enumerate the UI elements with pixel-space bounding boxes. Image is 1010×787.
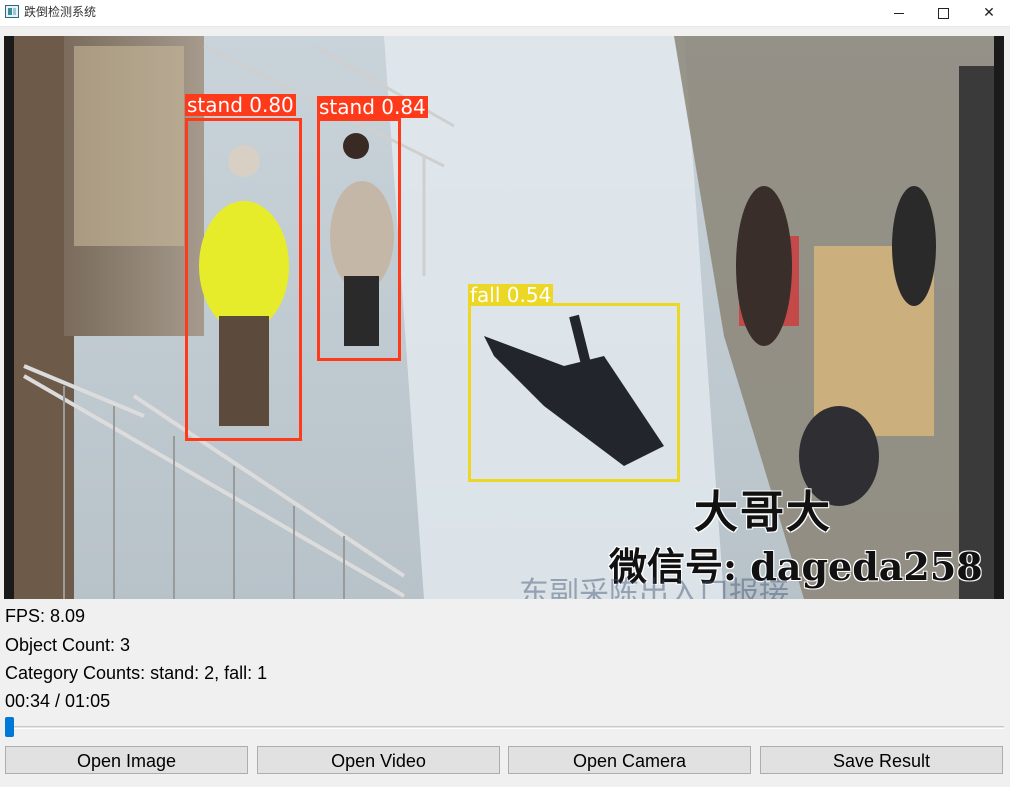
detection-label-stand-2: stand 0.84	[317, 95, 428, 119]
shopper-1	[736, 186, 792, 346]
open-image-button[interactable]: Open Image	[5, 746, 248, 774]
video-frame: stand 0.80 stand 0.84 fall 0.54 大哥大 微信号:…	[4, 36, 1004, 599]
detection-label-stand-1: stand 0.80	[185, 93, 296, 117]
open-camera-button[interactable]: Open Camera	[508, 746, 751, 774]
minimize-button[interactable]	[876, 0, 922, 26]
video-time: 00:34 / 01:05	[5, 691, 111, 711]
shopper-3	[892, 186, 936, 306]
detection-box-fall	[468, 303, 680, 482]
progress-slider[interactable]	[6, 726, 1004, 729]
watermark-title: 大哥大	[694, 487, 832, 538]
object-count: Object Count: 3	[5, 635, 131, 655]
minimize-icon	[894, 12, 904, 14]
detection-box-stand-2	[317, 118, 401, 361]
close-button[interactable]: ✕	[966, 0, 1010, 26]
category-counts: Category Counts: stand: 2, fall: 1	[5, 663, 268, 683]
left-door	[74, 46, 184, 246]
maximize-button[interactable]	[920, 0, 966, 26]
open-video-button[interactable]: Open Video	[257, 746, 500, 774]
watermark-location: 东副采陈出入口报接	[519, 576, 789, 599]
save-result-button[interactable]: Save Result	[760, 746, 1003, 774]
app-icon	[5, 5, 19, 18]
right-pillar	[959, 66, 994, 599]
maximize-icon	[937, 7, 949, 19]
window-title: 跌倒检测系统	[24, 5, 97, 19]
slider-handle[interactable]	[5, 717, 14, 737]
detection-label-fall: fall 0.54	[468, 283, 554, 307]
fps-readout: FPS: 8.09	[5, 606, 86, 626]
title-bar: 跌倒检测系统 ✕	[0, 0, 1010, 27]
detection-box-stand-1	[185, 118, 302, 441]
close-icon: ✕	[983, 5, 995, 21]
